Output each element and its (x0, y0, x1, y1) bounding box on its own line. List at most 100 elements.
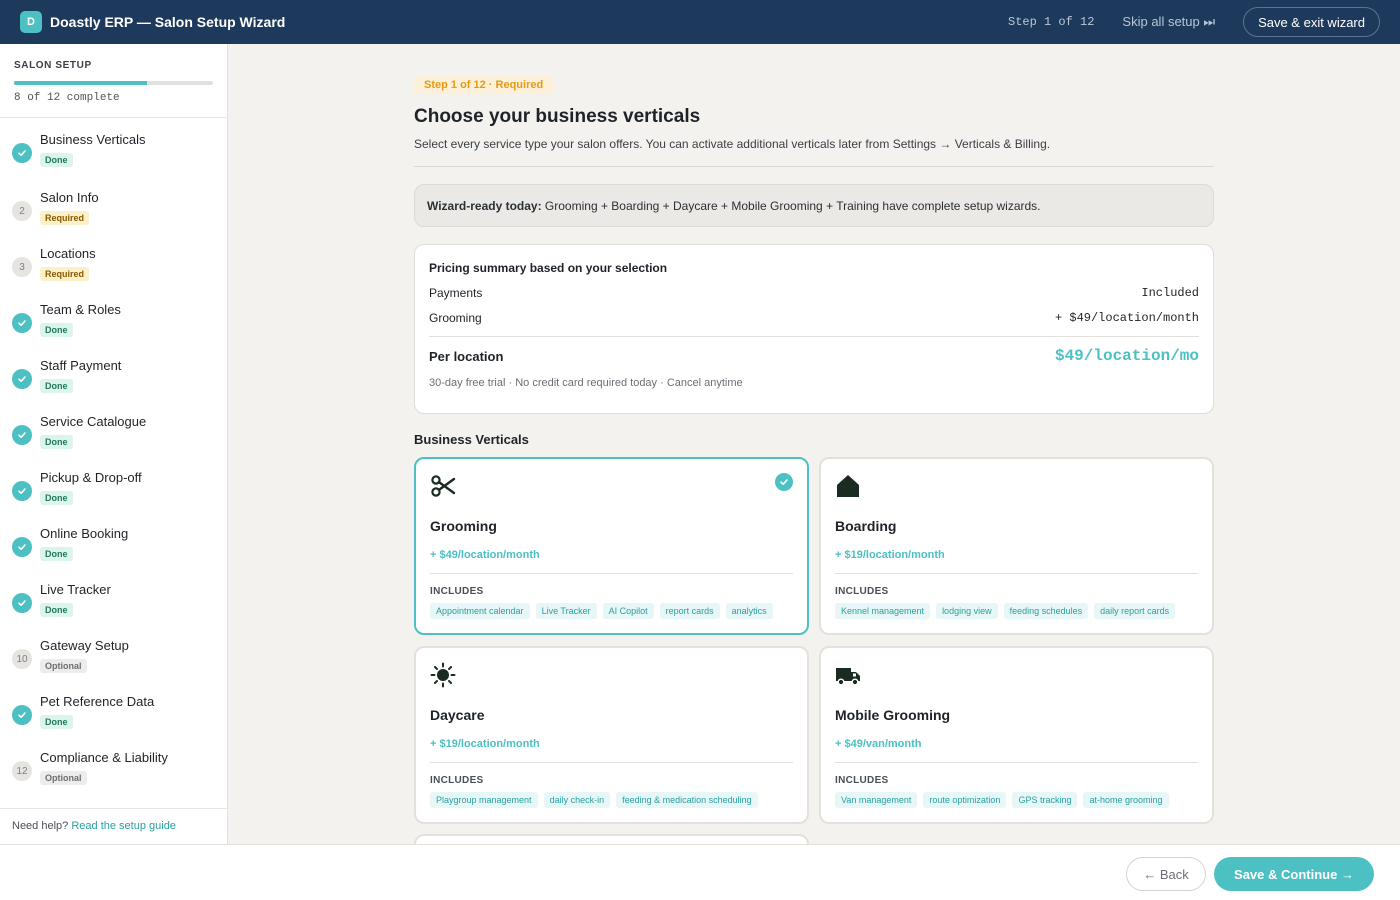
check-icon (12, 313, 32, 333)
sidebar-step-item[interactable]: Service Catalogue Done (0, 400, 227, 456)
sidebar-step-item[interactable]: 2 Salon Info Required (0, 176, 227, 232)
notice-heading: Wizard-ready today: (427, 199, 542, 213)
sidebar-step-item[interactable]: Business Verticals Done (0, 118, 227, 176)
sidebar-step-item[interactable]: 12 Compliance & Liability Optional (0, 736, 227, 792)
main-content: Step 1 of 12 · Required Choose your busi… (228, 44, 1400, 844)
sidebar-step-label: Pickup & Drop-off (40, 470, 142, 485)
save-continue-button[interactable]: Save & Continue → (1214, 857, 1374, 891)
sidebar-step-item[interactable]: Staff Payment Done (0, 344, 227, 400)
status-badge: Done (40, 603, 73, 617)
help-text: Need help? (12, 820, 69, 832)
feature-tag: AI Copilot (602, 603, 654, 619)
sidebar-step-item[interactable]: Pickup & Drop-off Done (0, 456, 227, 512)
vertical-price: + $19/location/month (430, 738, 540, 750)
setup-progress-text: 8 of 12 complete (14, 92, 120, 104)
feature-tag: Van management (835, 792, 918, 808)
sidebar-step-item[interactable]: Online Booking Done (0, 512, 227, 568)
pricing-row-payments: Payments Included (429, 286, 1199, 300)
sidebar-help: Need help? Read the setup guide (0, 808, 227, 844)
divider (835, 573, 1198, 574)
check-icon (12, 369, 32, 389)
feature-tag: Appointment calendar (430, 603, 530, 619)
feature-tag: Playgroup management (430, 792, 538, 808)
page-title: Choose your business verticals (414, 106, 701, 127)
vertical-price: + $49/location/month (430, 549, 540, 561)
pricing-note: 30-day free trial · No credit card requi… (429, 377, 743, 389)
pricing-row-grooming: Grooming + $49/location/month (429, 311, 1199, 325)
sidebar-step-item[interactable]: 10 Gateway Setup Optional (0, 624, 227, 680)
setup-guide-link[interactable]: Read the setup guide (71, 820, 176, 832)
check-icon (12, 593, 32, 613)
divider (414, 166, 1214, 167)
includes-label: INCLUDES (835, 586, 889, 597)
sidebar-step-label: Business Verticals (40, 132, 146, 147)
pricing-row-label: Payments (429, 286, 483, 300)
includes-label: INCLUDES (835, 775, 889, 786)
sidebar-step-label: Locations (40, 246, 96, 261)
sidebar-step-label: Team & Roles (40, 302, 121, 317)
feature-tags: Appointment calendar Live Tracker AI Copil… (430, 603, 793, 619)
pricing-summary: Pricing summary based on your selection … (414, 244, 1214, 414)
sidebar-step-label: Compliance & Liability (40, 750, 168, 765)
vertical-card-boarding[interactable]: Boarding + $19/location/month INCLUDES Kenn… (819, 457, 1214, 635)
feature-tag: lodging view (936, 603, 998, 619)
wizard-footer: ← Back Save & Continue → (0, 844, 1400, 900)
vertical-card-partial[interactable] (414, 834, 809, 844)
step-pill: Step 1 of 12 · Required (414, 76, 554, 94)
pricing-row-label: Grooming (429, 311, 482, 325)
pricing-row-value: Included (1141, 286, 1199, 300)
sidebar-step-item[interactable]: 3 Locations Required (0, 232, 227, 288)
vertical-title: Boarding (835, 518, 897, 534)
vertical-card-mobile-grooming[interactable]: Mobile Grooming + $49/van/month INCLUDES Va… (819, 646, 1214, 824)
includes-label: INCLUDES (430, 775, 484, 786)
status-badge: Done (40, 153, 73, 167)
verticals-section-title: Business Verticals (414, 432, 529, 447)
vertical-card-daycare[interactable]: Daycare + $19/location/month INCLUDES Playg… (414, 646, 809, 824)
status-badge: Required (40, 211, 90, 225)
sidebar-step-item[interactable]: Team & Roles Done (0, 288, 227, 344)
divider (429, 336, 1199, 337)
feature-tag: daily check-in (543, 792, 611, 808)
step-number: 3 (12, 257, 32, 277)
wizard-ready-notice: Wizard-ready today: Grooming + Boarding … (414, 184, 1214, 227)
sidebar-step-item[interactable]: Live Tracker Done (0, 568, 227, 624)
status-badge: Done (40, 715, 73, 729)
feature-tag: feeding & medication scheduling (616, 792, 758, 808)
feature-tags: Kennel management lodging view feeding sch… (835, 603, 1198, 619)
feature-tag: feeding schedules (1003, 603, 1089, 619)
check-icon (775, 473, 793, 491)
page-subtitle: Select every service type your salon off… (414, 137, 1051, 151)
check-icon (12, 537, 32, 557)
vertical-price: + $19/location/month (835, 549, 945, 561)
sun-icon (430, 662, 793, 693)
feature-tag: report cards (659, 603, 720, 619)
save-exit-button[interactable]: Save & exit wizard (1243, 7, 1380, 37)
sidebar-step-label: Staff Payment (40, 358, 122, 373)
pricing-total-value: $49/location/mo (1054, 347, 1199, 365)
vertical-title: Grooming (430, 518, 497, 534)
setup-progress-bar (14, 81, 213, 85)
back-button[interactable]: ← Back (1126, 857, 1206, 891)
vertical-title: Mobile Grooming (835, 707, 951, 723)
status-badge: Done (40, 323, 73, 337)
notice-text: Grooming + Boarding + Daycare + Mobile G… (541, 199, 1041, 213)
app-title: Doastly ERP — Salon Setup Wizard (50, 14, 286, 30)
step-indicator: Step 1 of 12 (1008, 15, 1095, 29)
pricing-row-value: + $49/location/month (1054, 311, 1199, 325)
feature-tag: route optimization (923, 792, 1007, 808)
divider (430, 573, 793, 574)
check-icon (12, 705, 32, 725)
status-badge: Done (40, 435, 73, 449)
feature-tag: GPS tracking (1012, 792, 1078, 808)
includes-label: INCLUDES (430, 586, 484, 597)
top-bar: D Doastly ERP — Salon Setup Wizard Step … (0, 0, 1400, 44)
pricing-total-label: Per location (429, 348, 504, 364)
vertical-card-grooming[interactable]: Grooming + $49/location/month INCLUDES Appo… (414, 457, 809, 635)
setup-progress-fill (14, 81, 148, 85)
sidebar-step-item[interactable]: Pet Reference Data Done (0, 680, 227, 736)
check-icon (12, 143, 32, 163)
pricing-total: Per location $49/location/mo (429, 347, 1199, 365)
sidebar-step-label: Service Catalogue (40, 414, 147, 429)
check-icon (12, 425, 32, 445)
skip-setup-link[interactable]: Skip all setup ⏭ (1122, 14, 1215, 30)
